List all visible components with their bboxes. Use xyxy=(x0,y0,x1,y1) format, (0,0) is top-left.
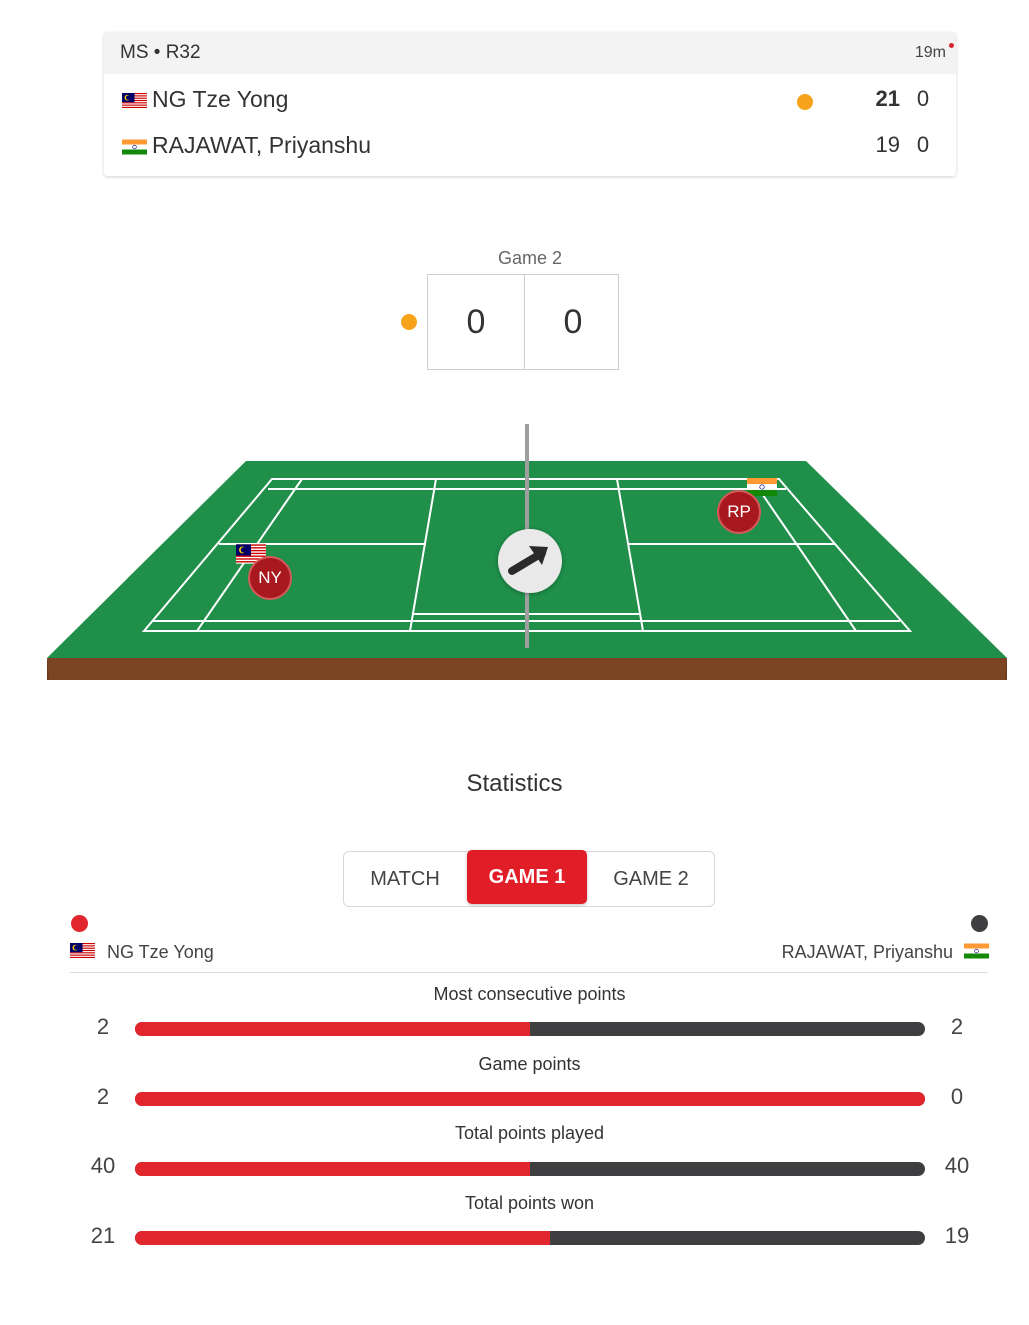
round-label: MS • R32 xyxy=(120,42,201,63)
stat-left-value: 40 xyxy=(90,1153,116,1178)
stat-bar xyxy=(135,1162,925,1176)
stat-left-value: 2 xyxy=(96,1014,110,1039)
tab-game-1[interactable]: GAME 1 xyxy=(467,850,587,904)
tab-match[interactable]: MATCH xyxy=(344,852,466,906)
stat-title: Most consecutive points xyxy=(433,984,626,1004)
stat-bar xyxy=(135,1022,925,1036)
serving-indicator-icon xyxy=(797,94,813,110)
player-name: NG Tze Yong xyxy=(152,86,289,112)
serving-indicator-icon xyxy=(401,314,417,330)
india-flag-icon xyxy=(964,943,989,959)
match-score-card[interactable]: MS • R32 19m NG Tze Yong 21 0 RAJAWAT, P… xyxy=(104,32,956,176)
player-row: NG Tze Yong 21 0 xyxy=(120,82,956,118)
stat-title: Total points played xyxy=(454,1123,605,1143)
stat-bar-fill xyxy=(135,1092,925,1106)
tab-game-2[interactable]: GAME 2 xyxy=(588,852,714,906)
india-flag-icon xyxy=(122,139,147,155)
stat-bar-fill xyxy=(135,1231,550,1245)
left-player-name: NG Tze Yong xyxy=(107,942,214,962)
stat-right-value: 2 xyxy=(950,1014,964,1039)
left-player-color-icon xyxy=(71,915,88,932)
current-game-scoreboard: 0 0 xyxy=(427,274,619,370)
game2-score: 0 xyxy=(916,86,930,111)
stat-bar xyxy=(135,1231,925,1245)
match-header: MS • R32 19m xyxy=(104,32,956,74)
right-player-score: 0 xyxy=(563,303,583,341)
stat-right-value: 19 xyxy=(944,1223,970,1248)
player-row: RAJAWAT, Priyanshu 19 0 xyxy=(120,128,956,164)
live-indicator-icon xyxy=(949,43,954,48)
player-marker-right[interactable]: RP xyxy=(717,490,761,534)
player-marker-left[interactable]: NY xyxy=(248,556,292,600)
elapsed-time: 19m xyxy=(914,44,946,61)
right-player-color-icon xyxy=(971,915,988,932)
stat-title: Total points won xyxy=(464,1193,595,1213)
game2-score: 0 xyxy=(916,132,930,157)
stat-title: Game points xyxy=(478,1054,581,1074)
current-game-label: Game 2 xyxy=(497,248,563,268)
right-player-name: RAJAWAT, Priyanshu xyxy=(781,942,953,962)
stat-right-value: 0 xyxy=(950,1084,964,1109)
stat-left-value: 2 xyxy=(96,1084,110,1109)
game1-score: 21 xyxy=(875,86,900,111)
statistics-tabs: MATCH GAME 1 GAME 2 xyxy=(343,850,715,907)
player-name: RAJAWAT, Priyanshu xyxy=(152,132,371,158)
switch-sides-button[interactable] xyxy=(498,529,562,593)
stat-bar-fill xyxy=(135,1162,530,1176)
game1-score: 19 xyxy=(875,132,900,157)
arrow-up-right-icon xyxy=(508,546,548,575)
stat-bar xyxy=(135,1092,925,1106)
statistics-heading: Statistics xyxy=(466,770,563,797)
left-player-score: 0 xyxy=(466,303,486,341)
stat-right-value: 40 xyxy=(944,1153,970,1178)
stat-left-value: 21 xyxy=(90,1223,116,1248)
malaysia-flag-icon xyxy=(70,943,95,959)
malaysia-flag-icon xyxy=(122,93,147,109)
stat-bar-fill xyxy=(135,1022,530,1036)
divider xyxy=(70,972,988,973)
